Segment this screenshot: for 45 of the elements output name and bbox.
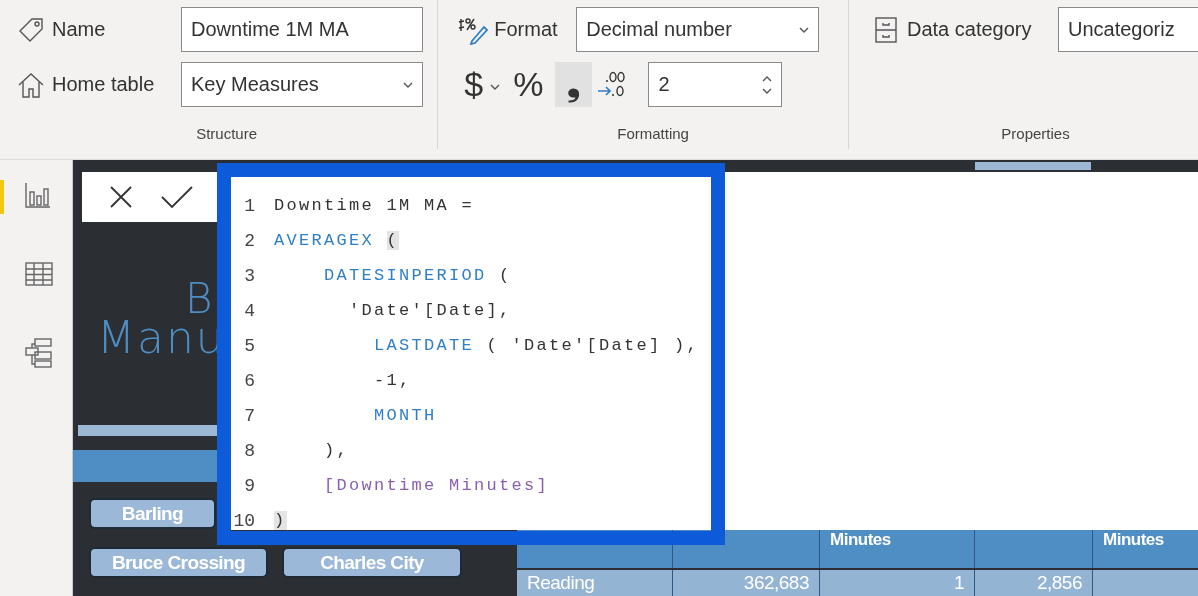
line-number: 5 (243, 335, 255, 356)
code-line: LASTDATE ( 'Date'[Date] ), (373, 336, 700, 355)
line-number: 3 (243, 265, 255, 286)
line-number: 8 (243, 440, 255, 461)
table-cell: Reading (517, 570, 673, 596)
field-label: Format (494, 18, 558, 41)
home-table-dropdown[interactable]: Key Measures (181, 62, 423, 107)
data-category-dropdown[interactable]: Uncategoriz (1058, 7, 1198, 52)
group-label: Formatting (616, 125, 690, 144)
group-label: Structure (195, 125, 259, 144)
model-view-icon (22, 336, 55, 370)
group-label: Properties (1000, 125, 1071, 144)
table-cell: 1 (820, 570, 975, 596)
comma-button[interactable]: ❟ (555, 62, 593, 107)
format-dropdown[interactable]: Decimal number (576, 7, 820, 52)
currency-button[interactable]: $ (458, 62, 490, 107)
table-cell: 2,856 (975, 570, 1093, 596)
code-line: AVERAGEX ( (274, 231, 400, 250)
code-line: MONTH (373, 406, 437, 425)
check-icon (160, 184, 194, 210)
line-number: 7 (243, 405, 255, 426)
commit-button[interactable] (160, 184, 194, 210)
close-icon (108, 184, 134, 210)
code-line: [Downtime Minutes] (323, 476, 550, 495)
code-line: -1, (373, 371, 412, 390)
name-field[interactable]: Downtime 1M MA (181, 7, 423, 52)
field-label: Name (52, 18, 106, 41)
cabinet-icon (873, 14, 899, 45)
line-number: 10 (232, 510, 255, 531)
code-line: ), (323, 441, 349, 460)
line-number: 1 (243, 195, 255, 216)
line-number: 6 (243, 370, 255, 391)
line-number: 9 (243, 475, 255, 496)
percent-button[interactable]: % (507, 62, 550, 107)
line-number: 2 (243, 230, 255, 251)
field-label: Home table (52, 73, 155, 96)
table-cell: 362,683 (673, 570, 820, 596)
cancel-button[interactable] (108, 184, 134, 210)
decimal-places-spinner[interactable]: 2 (648, 62, 783, 107)
code-line: Downtime 1M MA = (274, 196, 475, 215)
code-line: DATESINPERIOD ( (323, 266, 512, 285)
line-number: 4 (243, 300, 255, 321)
report-title: B (185, 278, 213, 320)
field-label: Data category (907, 18, 1032, 41)
code-line: 'Date'[Date], (348, 301, 512, 320)
